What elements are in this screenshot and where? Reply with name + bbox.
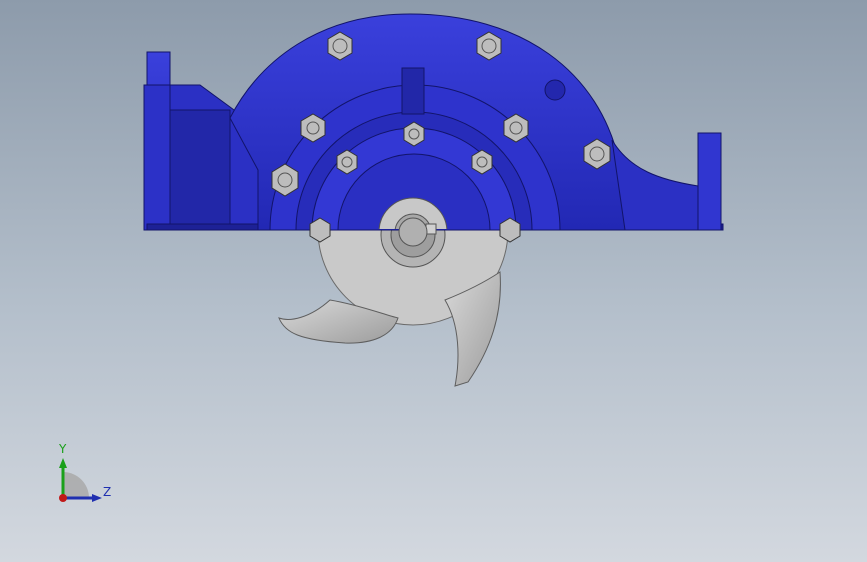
triad-y-label: Y bbox=[59, 442, 67, 456]
graphics-viewport[interactable]: Y Z bbox=[0, 0, 867, 562]
pump-section-model[interactable] bbox=[0, 0, 867, 562]
coordinate-triad bbox=[59, 458, 102, 502]
triad-z-label: Z bbox=[103, 485, 112, 499]
pump-housing[interactable] bbox=[143, 13, 724, 266]
